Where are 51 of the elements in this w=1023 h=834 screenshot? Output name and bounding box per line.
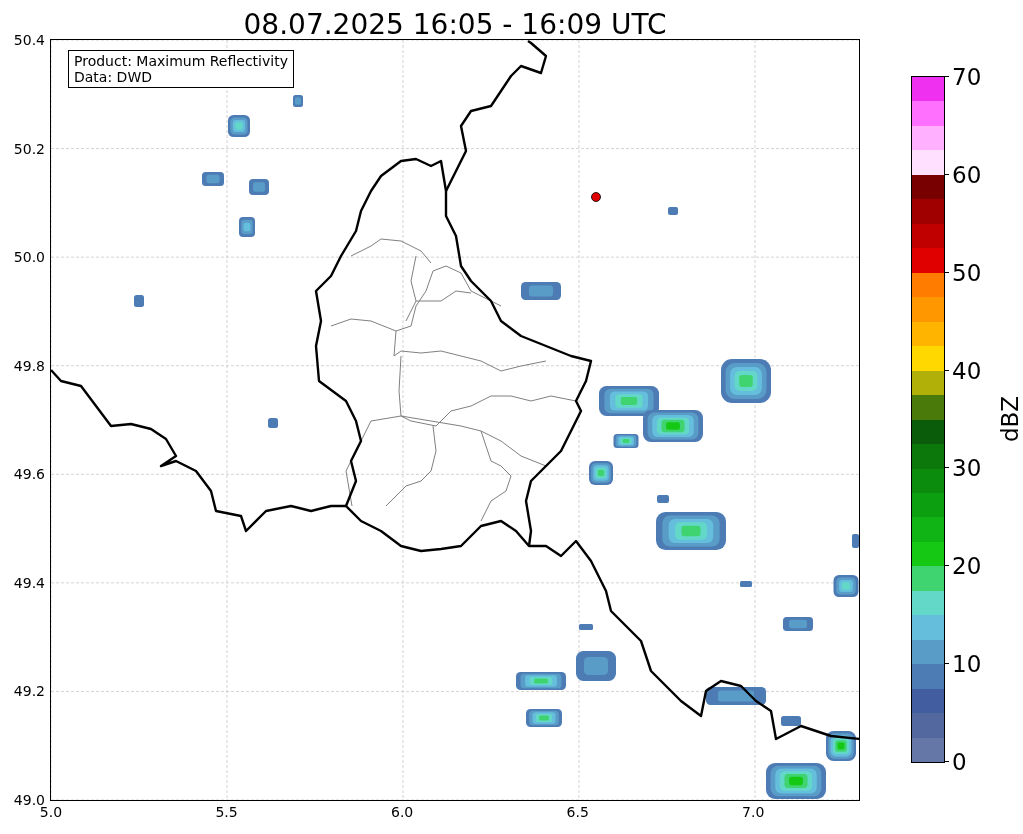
colorbar-tick-label: 0 <box>952 750 967 774</box>
axis-tick-label: 6.0 <box>391 804 414 820</box>
axis-tick-label: 7.0 <box>742 804 765 820</box>
axis-tick-label: 50.0 <box>13 249 45 266</box>
radar-echo <box>852 534 859 548</box>
radar-echo <box>576 651 616 681</box>
axis-tick-label: 50.2 <box>13 140 45 157</box>
colorbar-tick-label: 60 <box>952 162 982 187</box>
radar-echo <box>721 359 771 403</box>
radar-echo <box>521 282 561 300</box>
colorbar-tick-label: 10 <box>952 652 982 677</box>
radar-echo <box>202 172 224 186</box>
colorbar-tick-label: 70 <box>952 65 982 89</box>
radar-echo <box>228 115 250 137</box>
radar-echo <box>268 418 278 428</box>
info-box: Product: Maximum Reflectivity Data: DWD <box>68 50 294 88</box>
radar-echo <box>706 687 766 705</box>
radar-echo <box>766 763 826 799</box>
colorbar-tick-label: 20 <box>952 554 982 579</box>
axis-tick-label: 5.5 <box>215 804 238 820</box>
radar-echo <box>134 295 144 307</box>
radar-echo <box>643 410 703 442</box>
colorbar-tick-label: 50 <box>952 260 982 285</box>
radar-echo <box>657 495 669 503</box>
radar-echo <box>589 461 613 485</box>
radar-echo <box>826 731 856 761</box>
radar-echo <box>579 624 593 630</box>
axis-tick-label: 49.4 <box>13 574 45 591</box>
colorbar-tick-label: 30 <box>952 456 982 481</box>
radar-echo <box>668 207 678 215</box>
colorbar-label: dBZ <box>998 395 1023 443</box>
radar-echo <box>781 716 801 726</box>
axis-tick-label: 49.2 <box>13 683 45 700</box>
axis-tick-label: 49.6 <box>13 466 45 483</box>
radar-echo <box>516 672 566 690</box>
radar-echo <box>783 617 813 631</box>
radar-echo <box>293 95 303 107</box>
radar-echo <box>833 575 859 597</box>
chart-title: 08.07.2025 16:05 - 16:09 UTC <box>242 7 668 39</box>
axis-tick-label: 6.5 <box>566 804 589 820</box>
axis-tick-label: 49.8 <box>13 357 45 374</box>
location-marker <box>591 192 601 202</box>
colorbar-tick-label: 40 <box>952 358 982 383</box>
radar-echo <box>249 179 269 195</box>
radar-echo <box>740 581 752 587</box>
radar-echo <box>526 709 562 727</box>
radar-echo <box>599 386 659 416</box>
axis-tick-label: 50.4 <box>13 32 45 48</box>
radar-echo <box>239 217 255 237</box>
radar-echo <box>613 434 639 448</box>
radar-echo <box>656 512 726 550</box>
